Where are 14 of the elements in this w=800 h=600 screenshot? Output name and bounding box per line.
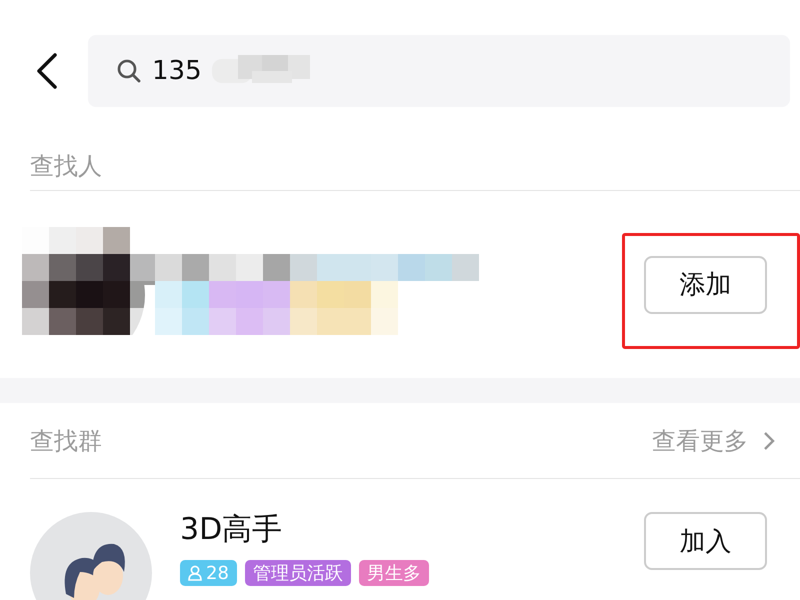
section-title: 查找群 bbox=[30, 426, 102, 456]
add-button[interactable]: 添加 bbox=[644, 256, 767, 314]
member-count-tag: 28 bbox=[180, 560, 237, 586]
back-icon[interactable] bbox=[36, 53, 58, 89]
person-icon bbox=[188, 565, 202, 581]
group-avatar-icon bbox=[30, 512, 152, 600]
chevron-icon bbox=[762, 430, 776, 452]
search-icon bbox=[116, 58, 142, 84]
join-button[interactable]: 加入 bbox=[644, 512, 767, 570]
search-field[interactable]: 135 bbox=[88, 35, 790, 107]
section-title: 查找人 bbox=[30, 151, 102, 182]
group-tag: 管理员活跃 bbox=[244, 560, 351, 586]
group-name: 3D高手 bbox=[180, 512, 284, 548]
group-tag: 男生多 bbox=[358, 560, 429, 586]
